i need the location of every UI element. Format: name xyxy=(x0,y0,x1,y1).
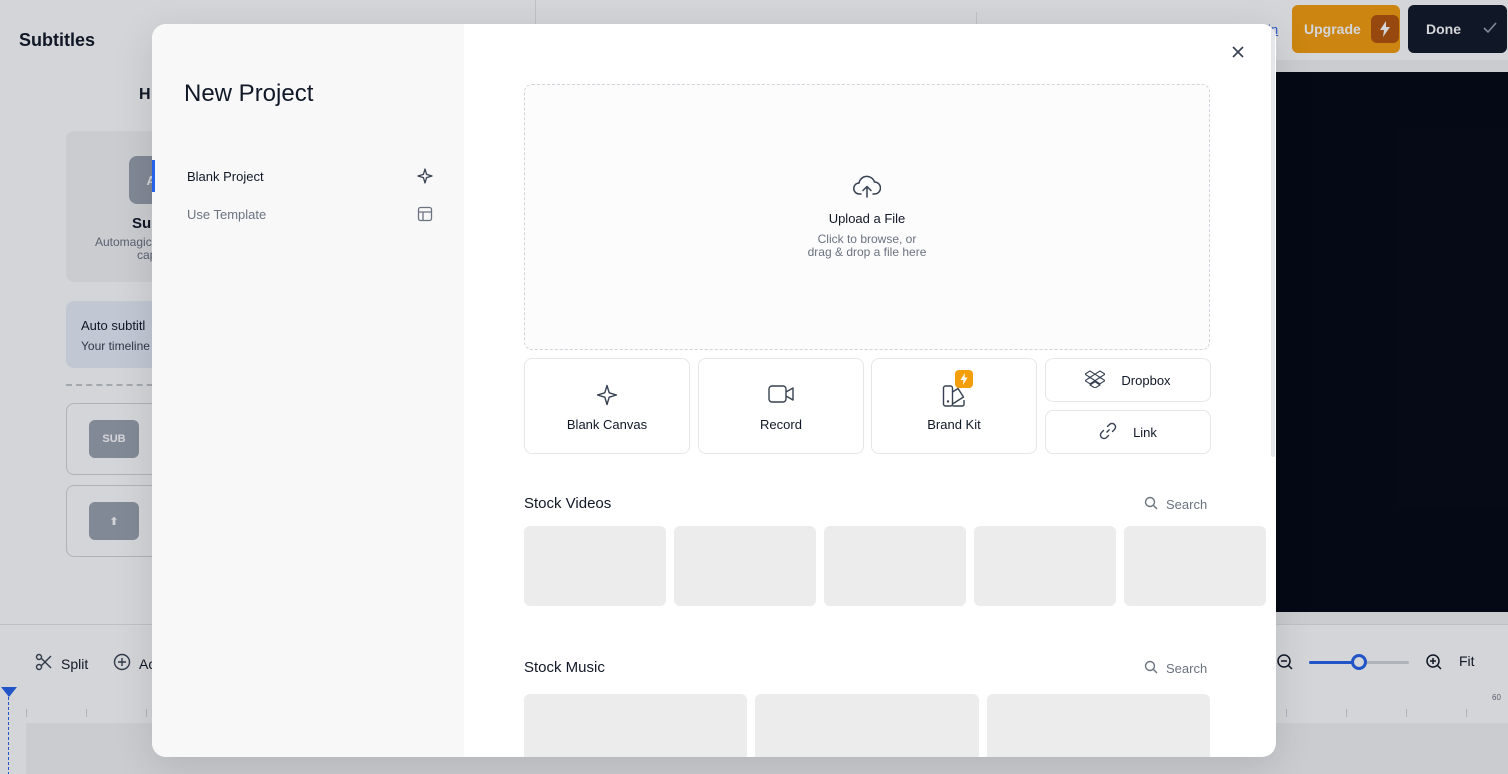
link-button[interactable]: Link xyxy=(1045,410,1211,454)
search-label: Search xyxy=(1166,661,1208,676)
stock-video-thumb[interactable] xyxy=(1124,526,1266,606)
stock-music-thumb[interactable] xyxy=(524,694,747,757)
close-button[interactable] xyxy=(1226,42,1250,66)
search-icon xyxy=(1144,660,1158,677)
nav-blank-project[interactable]: Blank Project xyxy=(152,159,464,193)
dropbox-icon xyxy=(1084,369,1106,391)
template-icon xyxy=(416,205,434,223)
stock-music-title: Stock Music xyxy=(524,659,605,676)
nav-use-template[interactable]: Use Template xyxy=(152,197,464,231)
sparkle-icon xyxy=(596,384,618,411)
upload-subtitle: Click to browse, or drag & drop a file h… xyxy=(525,233,1209,259)
video-camera-icon xyxy=(768,384,794,409)
modal-content: Upload a File Click to browse, or drag &… xyxy=(464,24,1276,757)
stock-music-thumb[interactable] xyxy=(755,694,979,757)
tile-label: Brand Kit xyxy=(927,417,981,432)
link-label: Link xyxy=(1133,424,1157,440)
stock-video-thumb[interactable] xyxy=(674,526,816,606)
upload-dropzone[interactable]: Upload a File Click to browse, or drag &… xyxy=(524,84,1210,350)
dropbox-label: Dropbox xyxy=(1121,372,1171,388)
stock-video-thumb[interactable] xyxy=(824,526,966,606)
stock-music-search[interactable]: Search xyxy=(1144,660,1207,677)
tile-label: Record xyxy=(760,417,802,432)
new-project-modal: New Project Blank Project Use Template U… xyxy=(152,24,1276,757)
stock-videos-title: Stock Videos xyxy=(524,495,612,512)
stock-video-thumb[interactable] xyxy=(974,526,1116,606)
brand-kit-icon xyxy=(942,384,966,413)
upload-title: Upload a File xyxy=(828,211,906,226)
sparkle-icon xyxy=(416,167,434,185)
scrollbar[interactable] xyxy=(1271,24,1275,457)
nav-label: Blank Project xyxy=(187,168,264,184)
upload-subtitle-line2: drag & drop a file here xyxy=(807,245,927,259)
record-tile[interactable]: Record xyxy=(698,358,864,454)
modal-sidebar: New Project Blank Project Use Template xyxy=(152,24,464,757)
search-label: Search xyxy=(1166,497,1208,512)
blank-canvas-tile[interactable]: Blank Canvas xyxy=(524,358,690,454)
nav-label: Use Template xyxy=(187,206,267,222)
stock-music-thumb[interactable] xyxy=(987,694,1210,757)
stock-videos-search[interactable]: Search xyxy=(1144,496,1207,513)
dropbox-button[interactable]: Dropbox xyxy=(1045,358,1211,402)
tile-label: Blank Canvas xyxy=(566,417,648,432)
close-icon xyxy=(1232,45,1244,63)
cloud-upload-icon xyxy=(853,175,882,204)
link-icon xyxy=(1099,422,1117,443)
brand-kit-tile[interactable]: Brand Kit xyxy=(871,358,1037,454)
modal-title: New Project xyxy=(184,80,314,107)
search-icon xyxy=(1144,496,1158,513)
stock-video-thumb[interactable] xyxy=(524,526,666,606)
